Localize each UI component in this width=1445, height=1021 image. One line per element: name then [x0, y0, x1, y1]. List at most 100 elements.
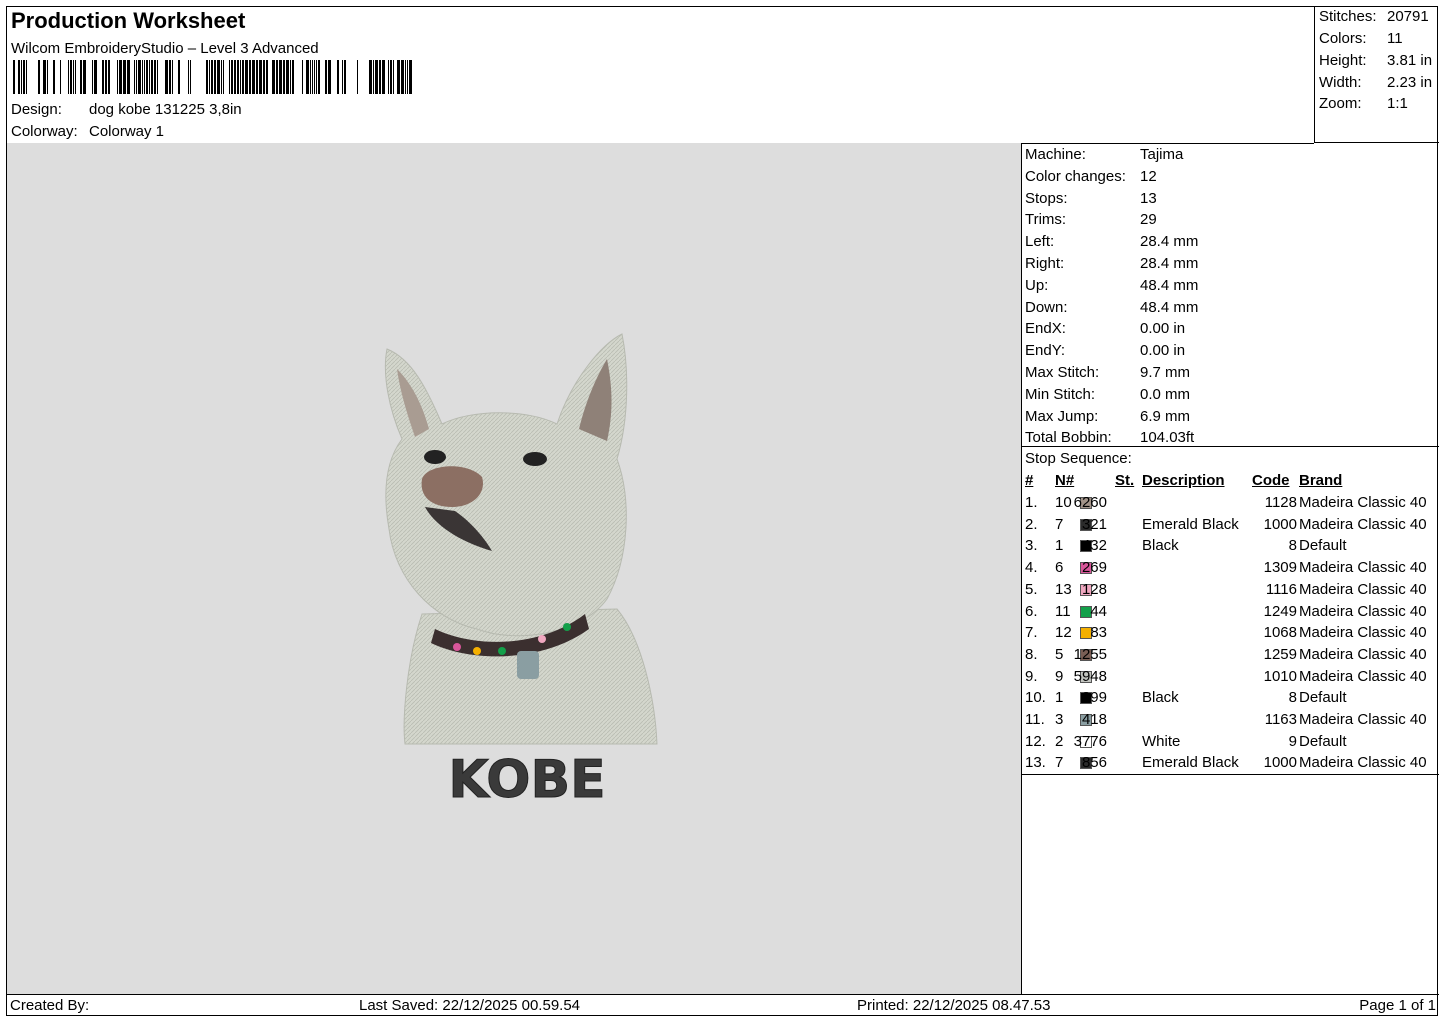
design-row: Design: dog kobe 131225 3,8in — [11, 101, 242, 118]
row-brand: Madeira Classic 40 — [1299, 754, 1427, 772]
stop-sequence-title: Stop Sequence: — [1025, 450, 1132, 467]
row-needle: 1 — [1055, 537, 1064, 555]
row-num: 12. — [1025, 732, 1046, 750]
machine-info-row: Left: 28.4 mm — [1025, 233, 1198, 250]
row-code: 8 — [1288, 689, 1297, 707]
row-brand: Madeira Classic 40 — [1299, 559, 1427, 577]
row-needle: 1 — [1055, 689, 1064, 707]
row-brand: Madeira Classic 40 — [1299, 624, 1427, 642]
row-code: 1128 — [1264, 494, 1297, 511]
row-brand: Madeira Classic 40 — [1299, 667, 1427, 685]
machine-info-row: Trims: 29 — [1025, 211, 1157, 228]
machine-info-row: Machine: Tajima — [1025, 146, 1183, 163]
row-code: 1068 — [1263, 624, 1297, 642]
sequence-row: 5. 13 128 1116 Madeira Classic 40 — [1022, 581, 1439, 602]
info-label: Up: — [1025, 276, 1049, 294]
sequence-row: 12. 2 3776 White 9 Default — [1022, 733, 1439, 754]
row-stitches: 3776 — [1073, 732, 1107, 750]
software-subtitle: Wilcom EmbroideryStudio – Level 3 Advanc… — [11, 40, 319, 57]
info-label: Trims: — [1025, 211, 1067, 229]
info-label: Stops: — [1025, 189, 1068, 207]
row-num: 1. — [1025, 494, 1038, 511]
sequence-row: 1. 10 6260 1128 Madeira Classic 40 — [1022, 494, 1439, 515]
printed-date: Printed: 22/12/2025 08.47.53 — [857, 997, 1051, 1014]
info-value: 6.9 mm — [1140, 407, 1191, 425]
row-stitches: 6260 — [1073, 494, 1107, 511]
row-stitches: 1255 — [1073, 645, 1107, 663]
stat-value: 1:1 — [1387, 95, 1408, 112]
machine-info-row: Min Stitch: 0.0 mm — [1025, 386, 1190, 403]
stat-value: 3.81 in — [1387, 52, 1433, 69]
row-stitches: 418 — [1081, 711, 1107, 728]
info-value: 29 — [1140, 211, 1157, 229]
sequence-row: 6. 11 44 1249 Madeira Classic 40 — [1022, 603, 1439, 624]
row-brand: Madeira Classic 40 — [1299, 515, 1427, 533]
row-needle: 11 — [1055, 602, 1071, 620]
row-brand: Madeira Classic 40 — [1299, 580, 1427, 598]
info-value: 48.4 mm — [1140, 298, 1199, 316]
info-label: EndX: — [1025, 320, 1066, 338]
last-saved: Last Saved: 22/12/2025 00.59.54 — [359, 997, 581, 1014]
sequence-row: 11. 3 418 1163 Madeira Classic 40 — [1022, 711, 1439, 732]
row-num: 6. — [1025, 602, 1038, 620]
info-label: Min Stitch: — [1025, 385, 1096, 403]
info-value: Tajima — [1140, 146, 1184, 163]
row-code: 9 — [1288, 732, 1297, 750]
row-num: 4. — [1025, 559, 1038, 577]
row-brand: Madeira Classic 40 — [1299, 602, 1427, 620]
row-stitches: 5948 — [1073, 667, 1107, 685]
row-code: 1010 — [1263, 667, 1297, 685]
row-num: 2. — [1025, 515, 1038, 533]
machine-info-row: Stops: 13 — [1025, 190, 1157, 207]
info-label: Color changes: — [1025, 167, 1126, 185]
sequence-row: 8. 5 1255 1259 Madeira Classic 40 — [1022, 646, 1439, 667]
header-brand: Brand — [1299, 472, 1343, 489]
machine-info-row: EndX: 0.00 in — [1025, 320, 1185, 337]
machine-info-row: Total Bobbin: 104.03ft — [1025, 429, 1194, 446]
row-needle: 7 — [1055, 754, 1064, 772]
row-stitches: 269 — [1081, 559, 1107, 577]
sequence-row: 13. 7 856 Emerald Black 1000 Madeira Classic … — [1022, 754, 1439, 775]
header-stitches: St. — [1115, 472, 1135, 489]
sequence-row: 4. 6 269 1309 Madeira Classic 40 — [1022, 559, 1439, 580]
machine-info-row: Down: 48.4 mm — [1025, 299, 1198, 316]
header-needle: N# — [1055, 472, 1075, 489]
row-num: 9. — [1025, 667, 1038, 685]
info-label: Max Jump: — [1025, 407, 1099, 425]
row-needle: 2 — [1055, 732, 1064, 750]
row-code: 8 — [1288, 537, 1297, 555]
design-value: dog kobe 131225 3,8in — [89, 101, 242, 118]
row-description: Black — [1142, 537, 1179, 555]
row-brand: Default — [1299, 537, 1347, 555]
colorway-label: Colorway: — [11, 123, 78, 140]
row-brand: Madeira Classic 40 — [1299, 711, 1427, 728]
row-needle: 10 — [1055, 494, 1072, 511]
row-code: 1116 — [1265, 580, 1297, 598]
barcode — [13, 60, 412, 94]
row-brand: Madeira Classic 40 — [1299, 494, 1427, 511]
info-value: 0.00 in — [1140, 342, 1186, 360]
info-label: Left: — [1025, 233, 1055, 251]
embroidery-design-image: KOBE — [384, 333, 658, 809]
stat-label: Width: — [1319, 74, 1362, 91]
info-value: 104.03ft — [1140, 429, 1195, 447]
row-stitches: 321 — [1081, 515, 1107, 533]
stat-stitches: Stitches: 20791 — [1319, 8, 1429, 25]
row-num: 5. — [1025, 580, 1038, 598]
sequence-row: 10. 1 999 Black 8 Default — [1022, 689, 1439, 710]
sequence-header-row: # N# St. Description Code Brand — [1022, 472, 1439, 493]
info-value: 28.4 mm — [1140, 233, 1199, 251]
row-code: 1163 — [1264, 711, 1297, 728]
row-code: 1259 — [1263, 645, 1297, 663]
row-stitches: 128 — [1081, 580, 1107, 598]
row-code: 1309 — [1263, 559, 1297, 577]
row-code: 1000 — [1263, 515, 1297, 533]
design-name-text: KOBE — [448, 750, 605, 809]
stat-width: Width: 2.23 in — [1319, 74, 1432, 91]
stat-label: Zoom: — [1319, 95, 1362, 112]
colorway-row: Colorway: Colorway 1 — [11, 123, 164, 140]
row-needle: 6 — [1055, 559, 1064, 577]
design-label: Design: — [11, 101, 62, 118]
created-by: Created By: — [10, 997, 90, 1014]
info-value: 0.00 in — [1140, 320, 1186, 338]
